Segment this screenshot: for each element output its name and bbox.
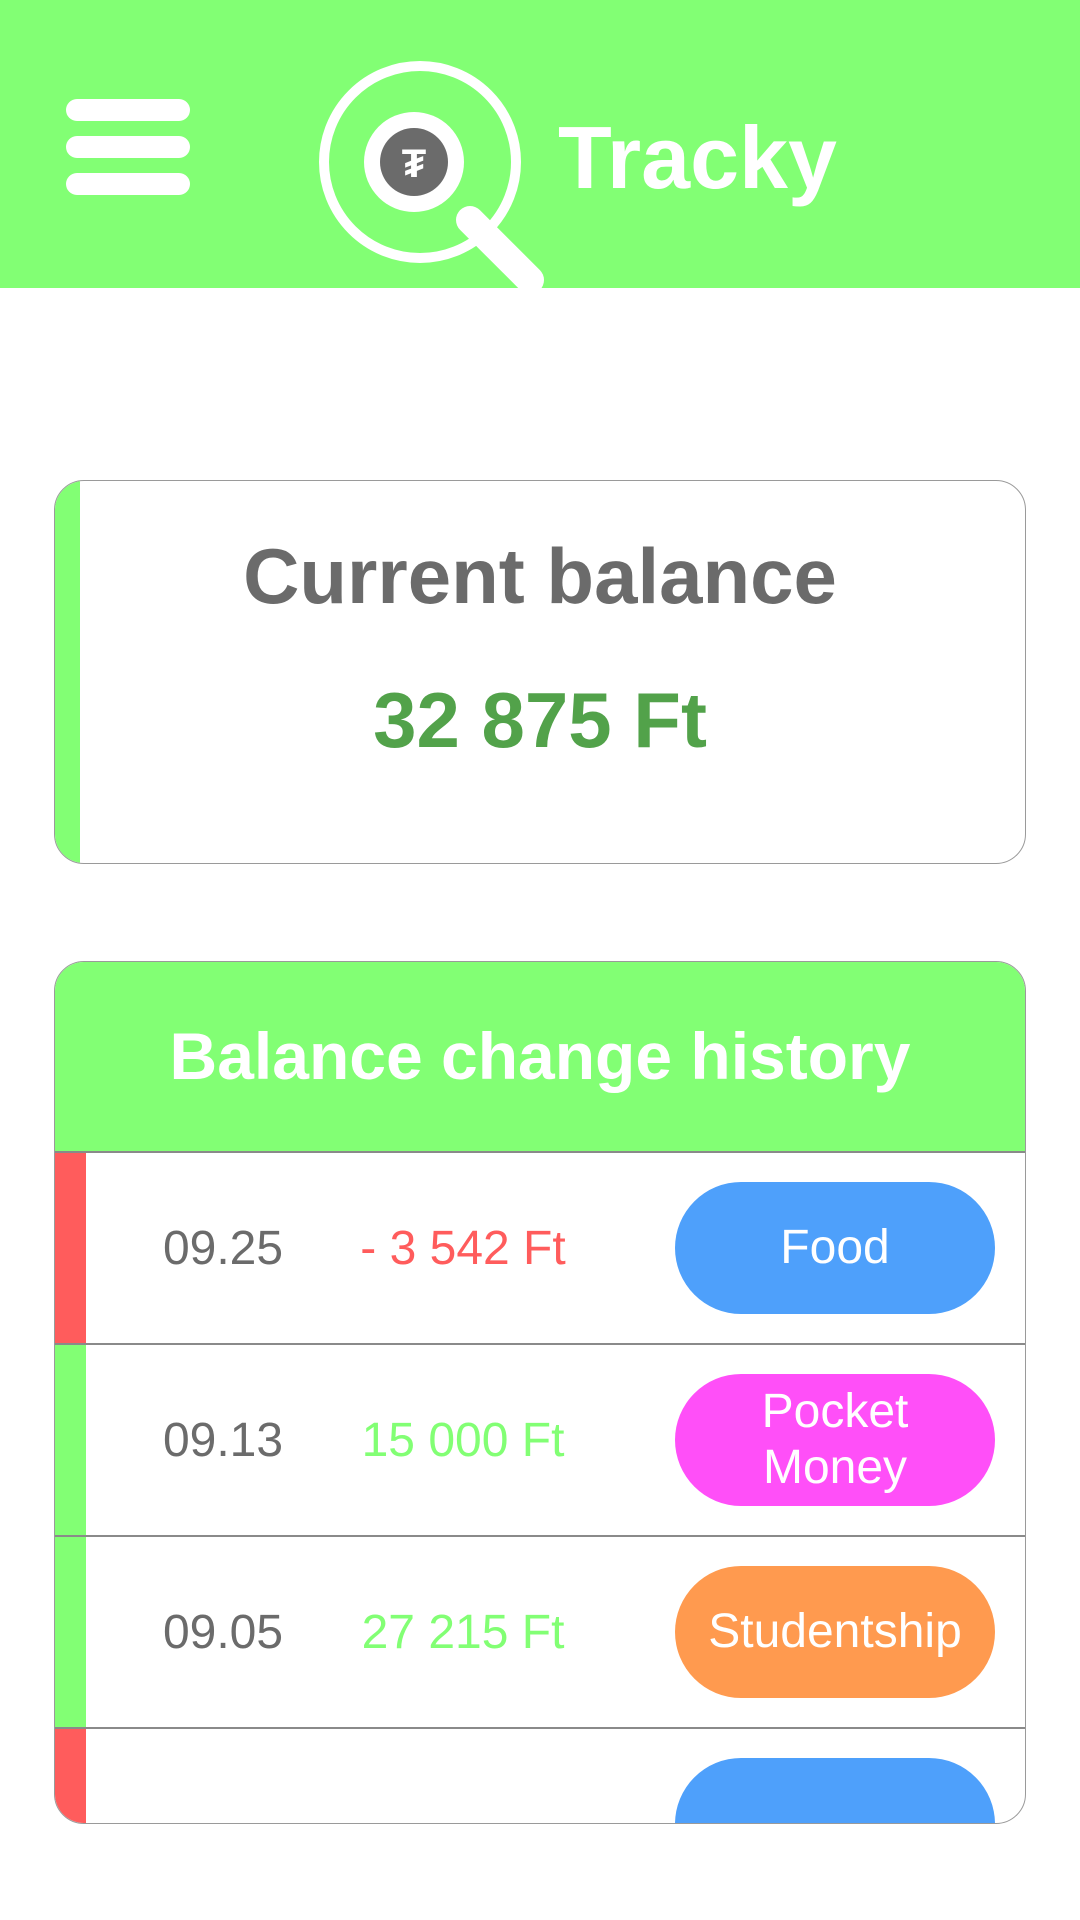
history-row[interactable]: 09.13 15 000 Ft Pocket Money xyxy=(55,1345,1025,1537)
history-list[interactable]: 09.25 - 3 542 Ft Food 09.13 15 000 Ft Po… xyxy=(55,1153,1025,1823)
history-card: Balance change history 09.25 - 3 542 Ft … xyxy=(54,961,1026,1824)
history-title: Balance change history xyxy=(169,1019,911,1093)
app-title: Tracky xyxy=(558,108,837,207)
history-row[interactable]: 09.05 27 215 Ft Studentship xyxy=(55,1537,1025,1729)
row-accent-bar xyxy=(55,1729,86,1823)
menu-bar-bottom xyxy=(66,173,190,195)
menu-button[interactable] xyxy=(66,99,190,195)
magnifier-coin-logo-icon: ₮ xyxy=(319,61,544,294)
row-accent-bar xyxy=(55,1153,86,1343)
row-amount: 15 000 Ft xyxy=(361,1413,565,1467)
row-accent-bar xyxy=(55,1537,86,1727)
row-date: 09.05 xyxy=(162,1605,284,1659)
history-header: Balance change history xyxy=(55,962,1025,1153)
row-amount: 27 215 Ft xyxy=(361,1605,565,1659)
category-tag-pocket-money[interactable]: Pocket Money xyxy=(675,1374,995,1506)
row-amount: - 3 542 Ft xyxy=(360,1221,566,1275)
app-header: ₮ Tracky xyxy=(0,0,1080,294)
category-tag-studentship[interactable]: Studentship xyxy=(675,1566,995,1698)
row-date xyxy=(123,1729,323,1823)
row-date: 09.25 xyxy=(162,1221,284,1275)
history-row[interactable] xyxy=(55,1729,1025,1823)
row-date: 09.13 xyxy=(162,1413,284,1467)
history-row[interactable]: 09.25 - 3 542 Ft Food xyxy=(55,1153,1025,1345)
balance-card: Current balance 32 875 Ft xyxy=(54,480,1026,864)
svg-text:₮: ₮ xyxy=(402,142,426,186)
menu-bar-middle xyxy=(66,136,190,158)
category-tag-partial[interactable] xyxy=(675,1758,995,1823)
menu-bar-top xyxy=(66,99,190,121)
balance-value: 32 875 Ft xyxy=(373,676,707,764)
category-tag-food[interactable]: Food xyxy=(675,1182,995,1314)
balance-label: Current balance xyxy=(243,532,837,620)
row-amount xyxy=(333,1729,593,1823)
row-accent-bar xyxy=(55,1345,86,1535)
